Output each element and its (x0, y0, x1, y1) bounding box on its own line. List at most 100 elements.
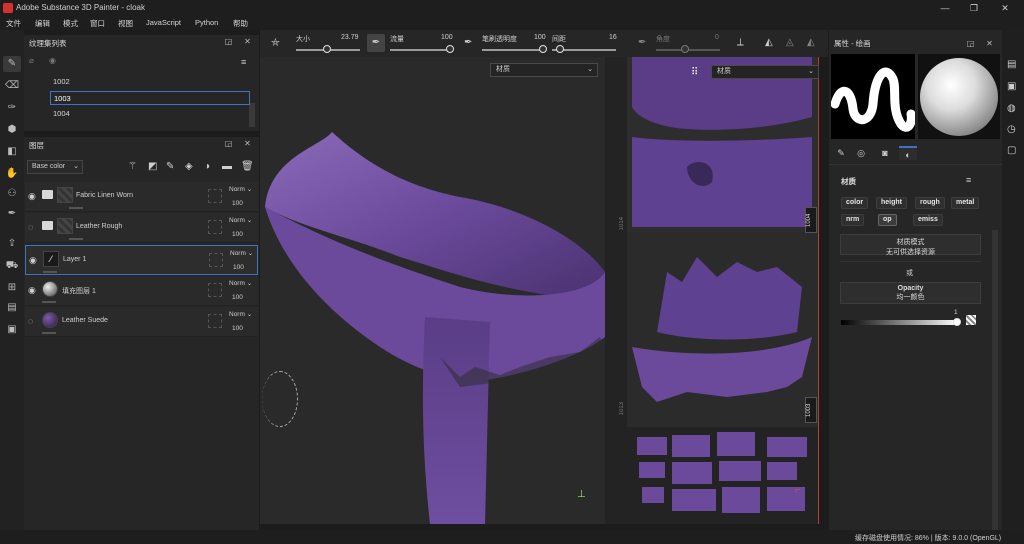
color-picker-icon[interactable]: ✒ (3, 206, 21, 222)
eye-icon[interactable]: ◉ (28, 191, 36, 202)
export-icon[interactable]: ⇪ (3, 236, 21, 252)
viewport-2d[interactable]: ⠿ 1004 1003 ⌐ (627, 57, 819, 524)
channel-nrm-button[interactable]: nrm (841, 214, 865, 226)
brush-opacity-value[interactable]: 100 (534, 34, 546, 41)
spacing-slider-knob[interactable] (556, 45, 564, 53)
paint-brush-icon[interactable]: ✎ (3, 56, 21, 72)
eye-icon[interactable]: ◉ (29, 255, 37, 266)
close-window-button[interactable]: ✕ (992, 2, 1018, 14)
add-effect-icon[interactable]: ◑ (204, 161, 210, 172)
layer-row[interactable]: ◉ Fabric Linen Worn Norm ⌄ 100 (25, 182, 258, 212)
opacity-pressure-icon[interactable]: ✒ (464, 37, 472, 48)
add-paint-layer-icon[interactable]: ✎ (166, 161, 174, 172)
brush-alpha-preview[interactable] (830, 54, 916, 139)
texture-set-item-1004[interactable]: 1004 (50, 107, 250, 121)
eye-closed-icon[interactable]: ◌ (28, 222, 33, 232)
texture-set-item-1003[interactable]: 1003 (50, 91, 250, 105)
channel-emiss-button[interactable]: emiss (913, 214, 943, 226)
stencil-icon[interactable]: ◭ (807, 37, 815, 48)
channel-metal-button[interactable]: metal (951, 197, 980, 209)
scrollbar[interactable] (992, 230, 998, 530)
layer-opacity[interactable]: 100 (232, 325, 243, 332)
float-panel-icon[interactable]: ◲ (965, 38, 976, 49)
spacing-value[interactable]: 16 (609, 34, 617, 41)
brush-preset-icon[interactable]: ⛤ (271, 37, 280, 50)
menu-mode[interactable]: 模式 (63, 18, 78, 29)
minimize-button[interactable]: — (932, 2, 958, 14)
opacity-value[interactable]: 1 (954, 309, 958, 316)
menu-python[interactable]: Python (195, 18, 218, 27)
layer-row-selected[interactable]: ◉ ⁄ Layer 1 Norm ⌄ 100 (25, 245, 258, 275)
flow-slider-knob[interactable] (446, 45, 454, 53)
stencil-tab-icon[interactable]: ◙ (876, 146, 894, 160)
brush-tab-icon[interactable]: ✎ (832, 146, 850, 160)
brush-opacity-knob[interactable] (539, 45, 547, 53)
save-icon[interactable]: ▣ (3, 322, 21, 338)
opacity-gradient-slider[interactable] (841, 320, 958, 325)
smudge-icon[interactable]: ✋ (3, 166, 21, 182)
brush-opacity-slider[interactable] (482, 49, 544, 51)
layer-opacity[interactable]: 100 (232, 231, 243, 238)
clone-icon[interactable]: ⚇ (3, 186, 21, 202)
alpha-tab-icon[interactable]: ◎ (852, 146, 870, 160)
blend-mode[interactable]: Norm ⌄ (229, 310, 252, 318)
size-slider-knob[interactable] (323, 45, 331, 53)
maximize-button[interactable]: ❐ (961, 2, 987, 14)
channel-op-button[interactable]: op (878, 214, 897, 226)
layers-icon[interactable]: ▤ (3, 300, 21, 316)
magic-wand-icon[interactable]: ⚚ (128, 161, 137, 172)
channel-color-button[interactable]: color (841, 197, 869, 209)
add-mask-icon[interactable]: ◩ (148, 161, 157, 172)
menu-file[interactable]: 文件 (6, 18, 21, 29)
uv-options-icon[interactable]: ⠿ (691, 67, 698, 78)
display-settings-icon[interactable]: ▣ (1007, 81, 1016, 92)
color-picker-icon[interactable] (966, 315, 976, 325)
menu-window[interactable]: 窗口 (90, 18, 105, 29)
add-folder-icon[interactable]: ▬ (222, 161, 232, 172)
size-value[interactable]: 23.79 (341, 34, 359, 41)
shelf-icon[interactable]: ⊞ (3, 280, 21, 296)
viewport-3d[interactable]: ⊥ (260, 57, 605, 524)
channel-rough-button[interactable]: rough (915, 197, 945, 209)
viewport-2d-mode-select[interactable]: 材质 ⌄ (711, 65, 819, 79)
layer-opacity[interactable]: 100 (232, 294, 243, 301)
menu-view[interactable]: 视图 (118, 18, 133, 29)
blend-mode[interactable]: Norm ⌄ (229, 185, 252, 193)
menu-javascript[interactable]: JavaScript (146, 18, 181, 27)
eye-icon[interactable]: ◉ (28, 285, 36, 296)
opacity-slider-knob[interactable] (953, 318, 961, 326)
mask-slot[interactable] (208, 283, 222, 297)
angle-value[interactable]: 0 (715, 34, 719, 41)
viewport-divider[interactable]: 1014 1013 (605, 57, 627, 524)
polygon-fill-icon[interactable]: ⬢ (3, 122, 21, 138)
section-menu-icon[interactable]: ≡ (966, 175, 971, 185)
close-panel-icon[interactable]: ✕ (242, 36, 253, 47)
mask-slot[interactable] (208, 314, 222, 328)
environment-icon[interactable]: ◍ (1007, 103, 1016, 114)
angle-slider-knob[interactable] (681, 45, 689, 53)
layer-row[interactable]: ◌ Leather Rough Norm ⌄ 100 (25, 213, 258, 243)
layer-opacity[interactable]: 100 (232, 200, 243, 207)
symmetry-icon[interactable]: ⟂ (737, 37, 744, 48)
texture-set-item-1002[interactable]: 1002 (50, 75, 250, 89)
geometry-icon[interactable]: ◧ (3, 144, 21, 160)
delete-layer-icon[interactable]: 🗑 (241, 161, 254, 172)
float-panel-icon[interactable]: ◲ (223, 36, 234, 47)
mask-slot[interactable] (208, 220, 222, 234)
mirror-icon[interactable]: ◭ (765, 37, 773, 48)
blend-mode[interactable]: Norm ⌄ (229, 216, 252, 224)
layer-opacity[interactable]: 100 (233, 264, 244, 271)
texture-set-menu-icon[interactable]: ≡ (241, 57, 246, 67)
eraser-icon[interactable]: ⌫ (3, 78, 21, 94)
eye-closed-icon[interactable]: ◌ (28, 316, 33, 326)
flow-pressure-icon[interactable]: ✒ (367, 34, 385, 52)
channel-select[interactable]: Base color ⌄ (27, 160, 83, 174)
blend-mode[interactable]: Norm ⌄ (230, 249, 253, 257)
angle-pressure-icon[interactable]: ✒ (638, 37, 646, 48)
menu-edit[interactable]: 编辑 (35, 18, 50, 29)
opacity-resource-button[interactable]: Opacity 均一颜色 (840, 282, 981, 304)
material-tab-icon[interactable]: ◐ (899, 146, 917, 160)
history-icon[interactable]: ◷ (1007, 124, 1016, 135)
layers-panel-icon[interactable]: ▤ (1007, 59, 1016, 70)
viewport-3d-mode-select[interactable]: 材质 ⌄ (490, 63, 598, 77)
